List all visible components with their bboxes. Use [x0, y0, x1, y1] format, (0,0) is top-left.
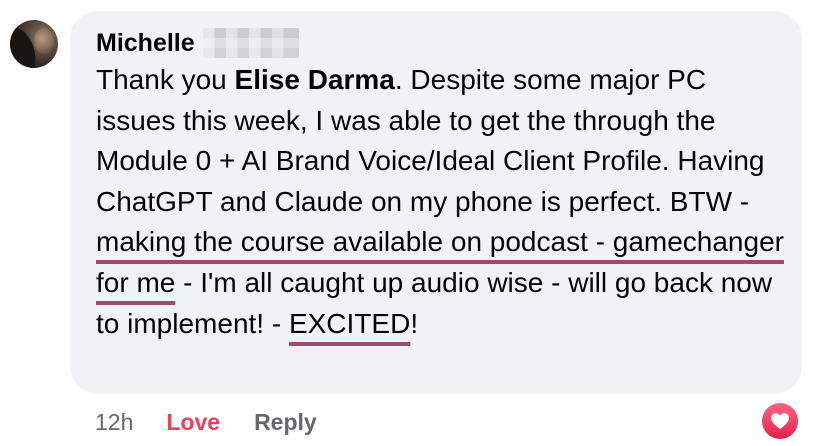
mention-link[interactable]: Elise Darma: [235, 64, 395, 95]
avatar[interactable]: [10, 20, 58, 68]
avatar-face: [34, 28, 54, 54]
redacted-name-blur: [202, 28, 299, 58]
heart-icon: [771, 413, 789, 430]
author-name[interactable]: Michelle: [96, 28, 195, 58]
comment-text-part: Thank you: [96, 64, 235, 95]
underlined-highlight: EXCITED: [288, 307, 411, 339]
comment-text: Thank you Elise Darma. Despite some majo…: [96, 60, 786, 344]
author-row: Michelle: [96, 28, 299, 58]
comment-bubble: Michelle Thank you Elise Darma. Despite …: [70, 11, 802, 394]
comment-actions: 12h Love Reply: [95, 404, 317, 440]
comment-text-part: - I'm all caught up audio wise - will go…: [96, 266, 773, 339]
comment-page: Michelle Thank you Elise Darma. Despite …: [0, 0, 832, 446]
reply-button[interactable]: Reply: [254, 409, 317, 436]
reaction-badge[interactable]: [762, 403, 798, 439]
love-button[interactable]: Love: [166, 409, 220, 436]
timestamp-link[interactable]: 12h: [95, 409, 133, 436]
comment-text-part: !: [410, 307, 419, 339]
